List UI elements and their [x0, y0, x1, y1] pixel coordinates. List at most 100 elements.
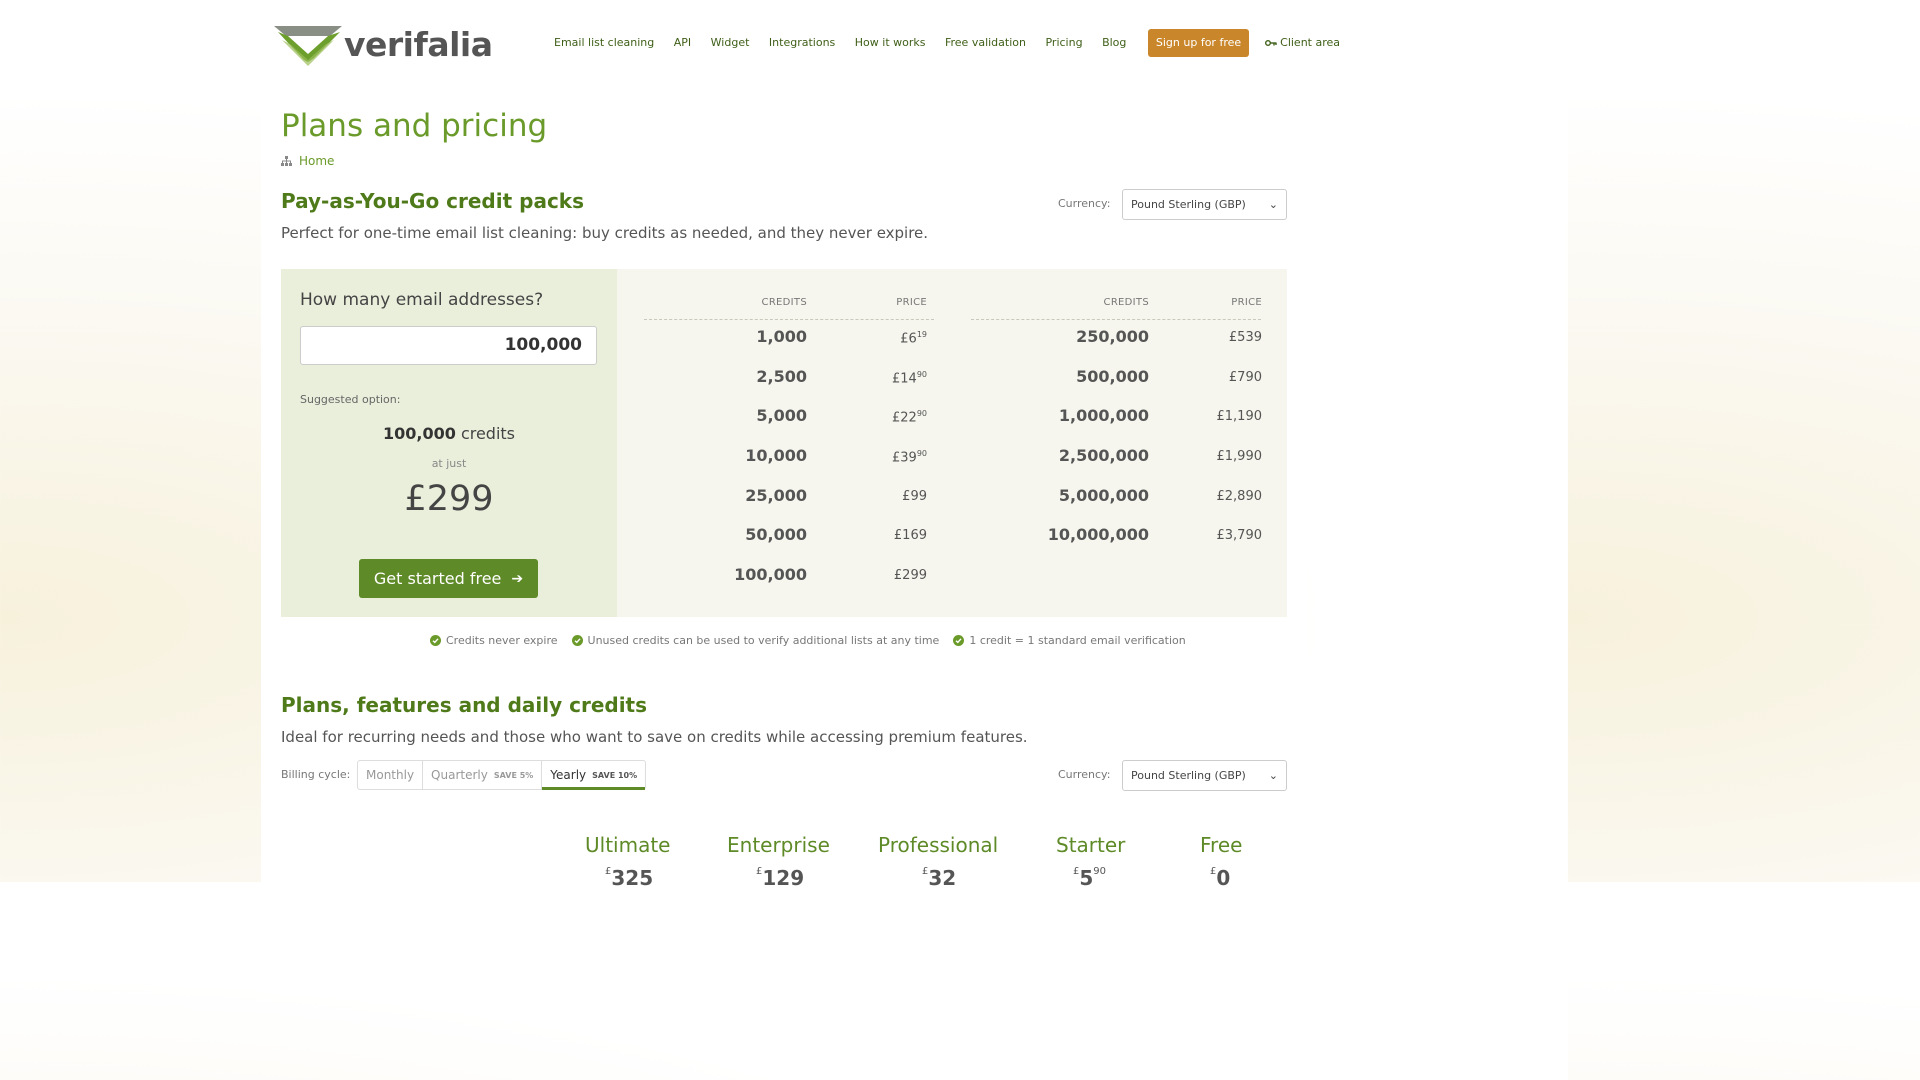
logo-text: verifalia	[344, 24, 493, 64]
nav-pricing[interactable]: Pricing	[1045, 29, 1082, 57]
payg-lead: Perfect for one-time email list cleaning…	[281, 224, 929, 242]
plan-starter: Starter	[1056, 833, 1126, 857]
email-count-input[interactable]: 100,000	[300, 326, 597, 365]
table-row[interactable]: 10,000,000 £3,790	[971, 518, 1263, 558]
page-title: Plans and pricing	[281, 108, 548, 144]
nav-integrations[interactable]: Integrations	[769, 29, 835, 57]
table-row[interactable]: 50,000 £169	[644, 518, 934, 558]
row-price: £299	[894, 568, 927, 583]
currency-select[interactable]: Pound Sterling (GBP) ⌄	[1122, 189, 1287, 220]
billing-yearly[interactable]: Yearly SAVE 10%	[542, 761, 645, 790]
billing-cycle-label: Billing cycle:	[281, 768, 351, 781]
row-price-value: £299	[893, 568, 927, 584]
table-row[interactable]: 5,000 £2290	[644, 399, 934, 439]
table-row[interactable]: 10,000 £3990	[644, 439, 934, 479]
row-credits: 250,000	[1076, 327, 1149, 346]
row-price: £2,890	[1217, 489, 1263, 504]
key-icon	[1265, 40, 1277, 46]
benefit-item: Unused credits can be used to verify add…	[571, 634, 939, 647]
billing-option-label: Yearly	[550, 768, 587, 782]
row-price: £99	[902, 489, 927, 504]
plans-heading: Plans, features and daily credits	[281, 693, 648, 717]
plan-price-value: 0	[1216, 866, 1231, 890]
plan-price: £129	[756, 866, 804, 890]
client-area-label: Client area	[1280, 36, 1341, 49]
billing-option-label: Quarterly	[431, 768, 488, 782]
row-price-value: £6	[900, 331, 917, 347]
get-started-button[interactable]: Get started free ➔	[359, 559, 538, 598]
row-credits: 500,000	[1076, 366, 1149, 386]
logo-chevron-icon	[274, 26, 342, 66]
nav-how-it-works[interactable]: How it works	[855, 29, 926, 57]
nav-widget[interactable]: Widget	[711, 29, 750, 57]
plans-currency-select[interactable]: Pound Sterling (GBP) ⌄	[1122, 760, 1287, 791]
row-credits: 5,000	[756, 406, 807, 426]
signup-button[interactable]: Sign up for free	[1147, 29, 1250, 57]
credit-calculator: How many email addresses? 100,000 Sugges…	[281, 269, 1287, 617]
row-price: £539	[1229, 330, 1262, 345]
row-credits: 2,500,000	[1058, 446, 1149, 466]
get-started-label: Get started free	[373, 569, 502, 588]
row-price-value: £539	[1228, 330, 1262, 345]
row-price-value: £169	[893, 528, 927, 544]
check-circle-icon	[953, 635, 965, 646]
plan-price: £0	[1210, 866, 1230, 890]
breadcrumb-home[interactable]: Home	[299, 154, 334, 168]
payg-benefits: Credits never expire Unused credits can …	[430, 634, 1200, 647]
row-credits: 2,500	[756, 366, 807, 386]
calculator-question: How many email addresses?	[300, 290, 544, 310]
row-price: £169	[894, 528, 927, 543]
benefit-item: 1 credit = 1 standard email verification	[953, 634, 1186, 647]
payg-heading: Pay-as-You-Go credit packs	[281, 189, 584, 213]
plan-free: Free	[1200, 833, 1243, 857]
billing-quarterly[interactable]: Quarterly SAVE 5%	[423, 761, 543, 789]
check-circle-icon	[571, 635, 583, 646]
billing-monthly[interactable]: Monthly	[358, 761, 424, 789]
main-nav: Email list cleaning API Widget Integrati…	[554, 29, 1360, 57]
table-header: CREDITS PRICE	[644, 293, 934, 320]
table-row[interactable]: 1,000 £619	[644, 320, 934, 360]
nav-free-validation[interactable]: Free validation	[945, 29, 1026, 57]
row-price: £619	[900, 330, 927, 346]
credits-word: credits	[460, 424, 516, 443]
nav-email-list-cleaning[interactable]: Email list cleaning	[554, 29, 654, 57]
suggested-price: £299	[404, 479, 494, 519]
table-row[interactable]: 2,500 £1490	[644, 360, 934, 400]
verifalia-logo[interactable]: verifalia	[274, 22, 493, 66]
plan-price-cents: 90	[1093, 866, 1107, 877]
table-row[interactable]: 500,000 £790	[971, 360, 1262, 400]
col-credits: CREDITS	[1103, 297, 1149, 308]
currency-label: Currency:	[1058, 768, 1111, 781]
suggested-label: Suggested option:	[300, 393, 401, 406]
pricing-table-right: CREDITS PRICE 250,000 £539 500,000 £790 1,00…	[971, 293, 1263, 558]
row-price-value: £3,790	[1216, 528, 1263, 544]
row-price: £3,790	[1217, 528, 1263, 543]
row-price-value: £99	[902, 488, 927, 504]
row-price-cents: 90	[916, 449, 927, 459]
table-header: CREDITS PRICE	[971, 293, 1262, 320]
row-price: £790	[1229, 370, 1262, 385]
table-row[interactable]: 25,000 £99	[644, 479, 934, 519]
row-price-value: £1,190	[1216, 409, 1263, 425]
row-credits: 25,000	[745, 485, 807, 505]
table-row[interactable]: 1,000,000 £1,190	[971, 399, 1263, 439]
billing-option-label: Monthly	[366, 768, 415, 782]
table-row[interactable]: 250,000 £539	[971, 320, 1262, 360]
row-price: £1,990	[1217, 449, 1263, 464]
col-price: PRICE	[896, 297, 927, 308]
benefit-text: 1 credit = 1 standard email verification	[969, 634, 1186, 647]
billing-cycle-toggle: Monthly Quarterly SAVE 5% Yearly SAVE 10…	[357, 760, 647, 790]
table-row[interactable]: 100,000 £299	[644, 558, 934, 598]
nav-api[interactable]: API	[674, 29, 691, 57]
row-price-value: £1,990	[1216, 449, 1263, 465]
table-row[interactable]: 5,000,000 £2,890	[971, 479, 1263, 519]
arrow-right-icon: ➔	[511, 570, 524, 587]
row-price-value: £790	[1228, 369, 1262, 385]
nav-blog[interactable]: Blog	[1102, 29, 1126, 57]
plan-ultimate: Ultimate	[585, 833, 671, 857]
table-row[interactable]: 2,500,000 £1,990	[971, 439, 1263, 479]
currency-label: Currency:	[1058, 197, 1111, 210]
client-area-link[interactable]: Client area	[1265, 29, 1340, 57]
row-credits: 100,000	[734, 565, 807, 585]
row-price: £1490	[892, 370, 927, 386]
